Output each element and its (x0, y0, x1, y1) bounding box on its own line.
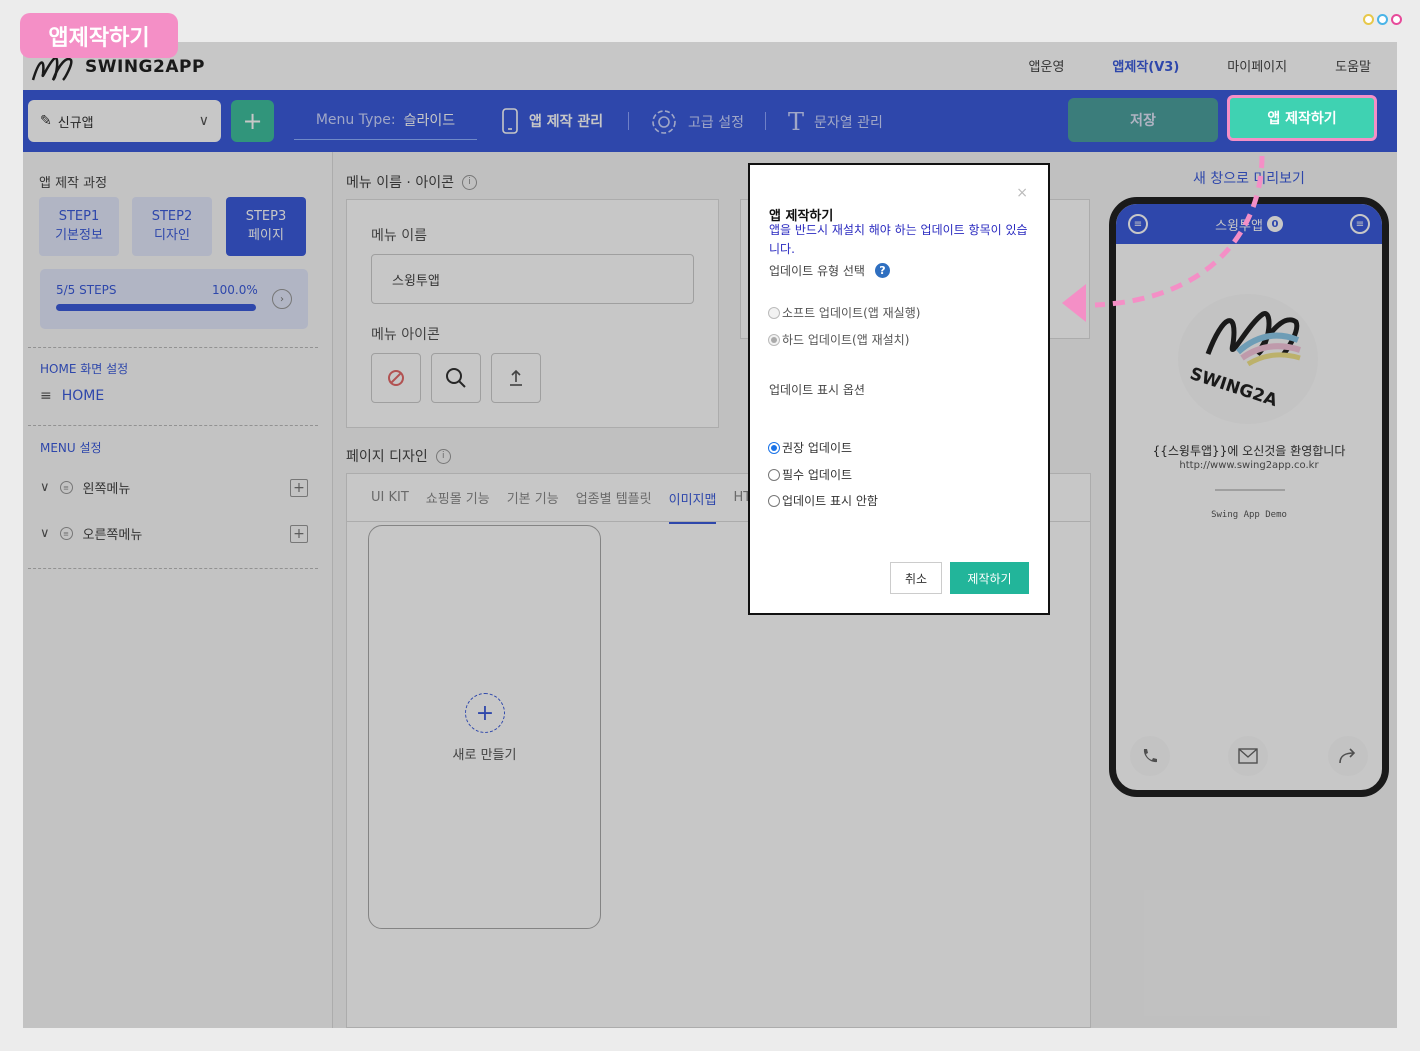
display-option-heading: 업데이트 표시 옵션 (769, 383, 865, 397)
window-dot-blue[interactable] (1377, 14, 1388, 25)
radio-no-display[interactable]: 업데이트 표시 안함 (768, 492, 878, 509)
radio-hard-update[interactable]: 하드 업데이트(앱 재설치) (768, 331, 909, 348)
radio-soft-update[interactable]: 소프트 업데이트(앱 재실행) (768, 304, 920, 321)
confirm-build-button[interactable]: 제작하기 (950, 562, 1029, 594)
radio-label: 권장 업데이트 (782, 441, 853, 455)
modal-backdrop[interactable] (23, 42, 1397, 1028)
radio-label: 필수 업데이트 (782, 468, 853, 482)
build-app-dialog: × 앱 제작하기 앱을 반드시 재설치 해야 하는 업데이트 항목이 있습니다.… (748, 163, 1050, 615)
radio-label: 하드 업데이트(앱 재설치) (782, 333, 910, 347)
update-type-heading: 업데이트 유형 선택 ? (769, 262, 890, 279)
app-window: SWING2APP 앱운영 앱제작(V3) 마이페이지 도움말 ✎ 신규앱 ∨ … (23, 42, 1397, 1028)
radio-recommended-update[interactable]: 권장 업데이트 (768, 439, 852, 456)
window-dot-pink[interactable] (1391, 14, 1402, 25)
radio-label: 소프트 업데이트(앱 재실행) (782, 306, 921, 320)
radio-button[interactable] (768, 441, 780, 454)
radio-button[interactable] (768, 468, 780, 481)
radio-required-update[interactable]: 필수 업데이트 (768, 466, 852, 483)
annotation-label: 앱제작하기 (20, 13, 178, 58)
radio-button[interactable] (768, 494, 780, 507)
window-dot-yellow[interactable] (1363, 14, 1374, 25)
browser-window-controls (1363, 14, 1402, 25)
help-icon[interactable]: ? (874, 263, 890, 278)
radio-label: 업데이트 표시 안함 (782, 494, 878, 508)
radio-button[interactable] (768, 306, 780, 319)
radio-button[interactable] (768, 333, 780, 346)
update-type-label: 업데이트 유형 선택 (769, 264, 865, 278)
cancel-button[interactable]: 취소 (890, 562, 942, 594)
dialog-warning: 앱을 반드시 재설치 해야 하는 업데이트 항목이 있습니다. (769, 223, 1028, 256)
close-icon[interactable]: × (1016, 185, 1028, 201)
build-app-button[interactable]: 앱 제작하기 (1227, 95, 1377, 141)
